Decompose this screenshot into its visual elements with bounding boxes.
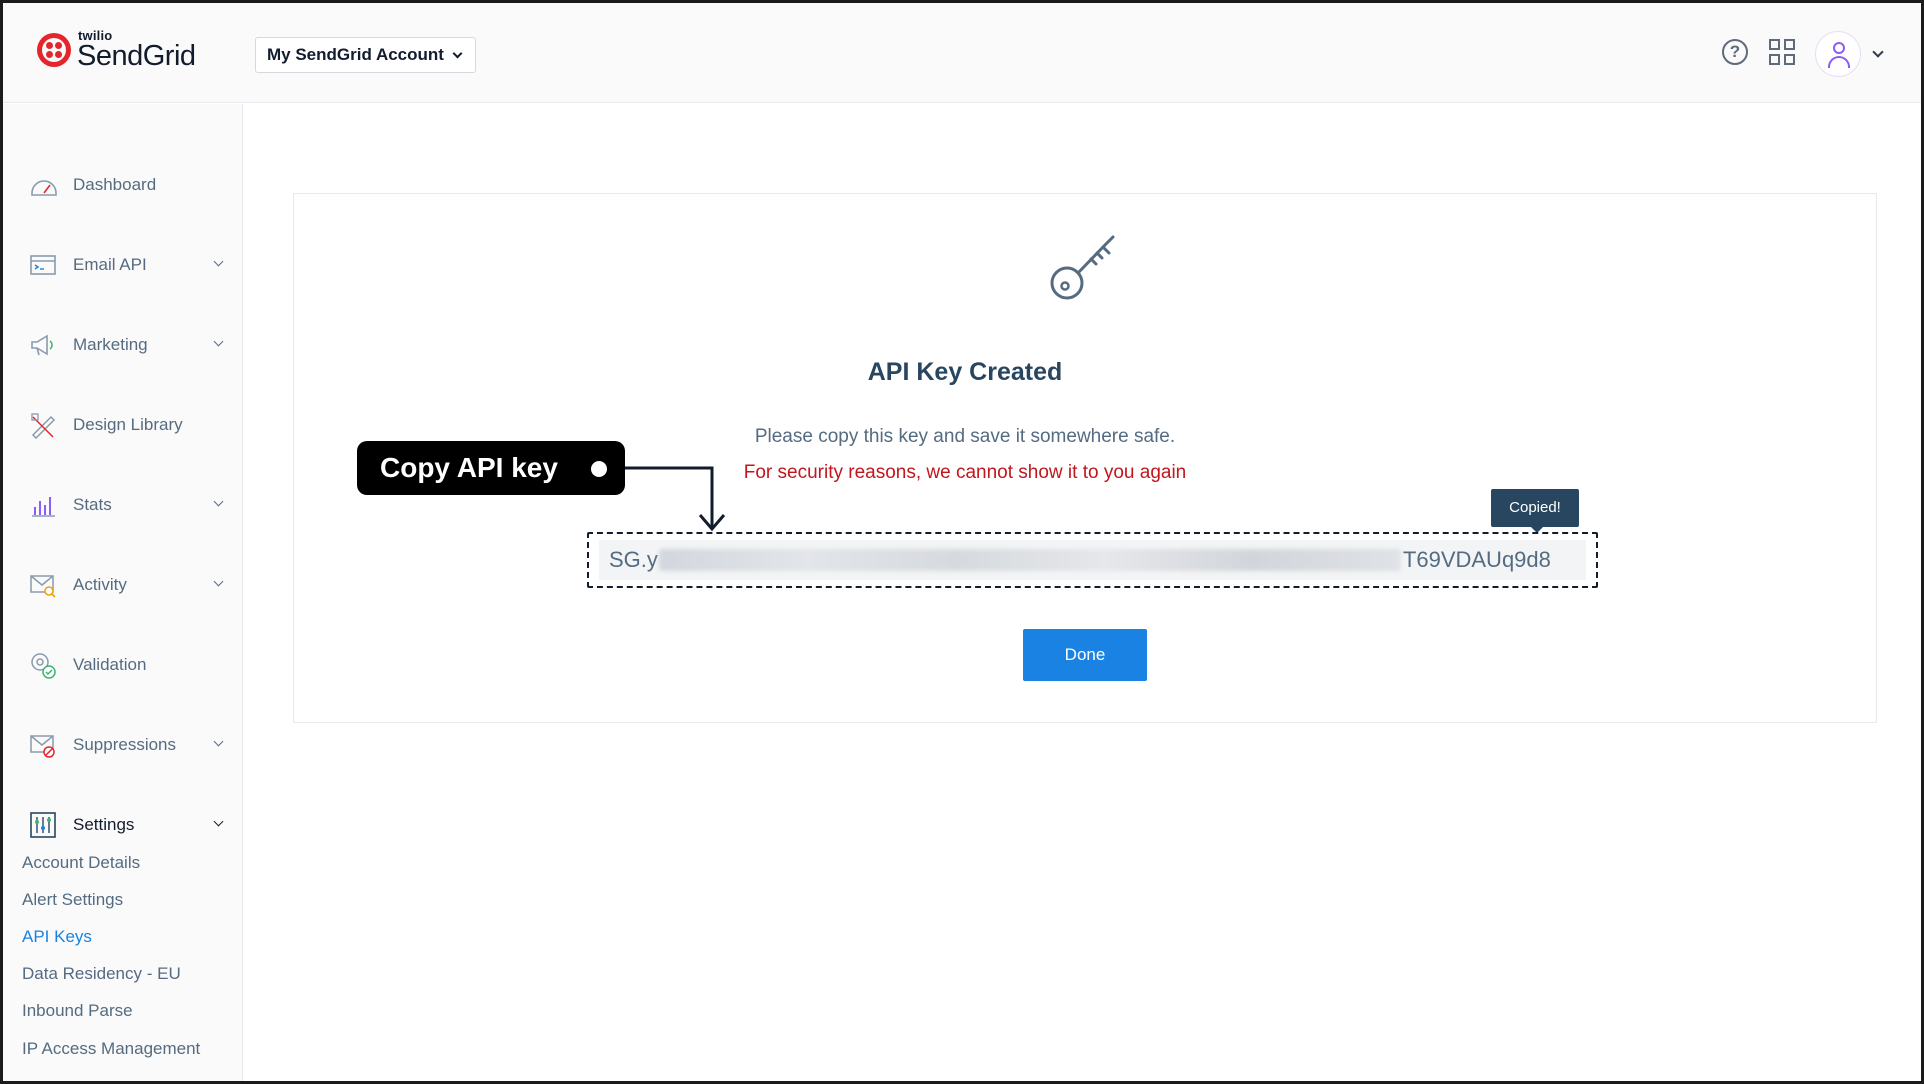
megaphone-icon — [29, 331, 57, 359]
chevron-down-icon — [213, 496, 224, 507]
top-header: twilio SendGrid My SendGrid Account ? — [3, 3, 1921, 103]
sidebar-item-activity[interactable]: Activity — [29, 565, 234, 605]
sliders-icon — [29, 811, 57, 839]
at-sign-check-icon — [29, 651, 57, 679]
bar-chart-icon — [29, 491, 57, 519]
chevron-down-icon — [213, 256, 224, 267]
envelope-search-icon — [29, 571, 57, 599]
app-grid-icon[interactable] — [1769, 39, 1795, 65]
sidebar-item-label: Suppressions — [73, 735, 177, 754]
sidebar-subitem-api-keys[interactable]: API Keys — [22, 927, 92, 947]
sidebar-item-validation[interactable]: Validation — [29, 645, 234, 685]
terminal-window-icon — [29, 251, 57, 279]
sidebar-item-label: Validation — [73, 655, 147, 674]
sidebar-item-stats[interactable]: Stats — [29, 485, 234, 525]
instruction-text: Please copy this key and save it somewhe… — [754, 426, 1176, 447]
page-title: API Key Created — [867, 358, 1063, 386]
chevron-down-icon[interactable] — [1872, 46, 1884, 58]
security-warning: For security reasons, we cannot show it … — [743, 462, 1187, 483]
dashboard-gauge-icon — [29, 171, 57, 199]
sidebar-item-label: Settings — [73, 815, 135, 834]
api-key-field[interactable]: SG.y T69VDAUq9d8 — [599, 540, 1586, 580]
twilio-logo-icon — [37, 33, 71, 67]
sidebar-subitem-inbound-parse[interactable]: Inbound Parse — [22, 1001, 133, 1021]
sidebar-item-label: Email API — [73, 255, 147, 274]
user-avatar[interactable] — [1815, 31, 1861, 77]
api-key-prefix: SG.y — [609, 547, 658, 572]
account-dropdown-label: My SendGrid Account — [267, 45, 444, 64]
sendgrid-logo[interactable]: twilio SendGrid — [37, 29, 196, 71]
chevron-down-icon — [213, 576, 224, 587]
sidebar-subitem-ip-access-management[interactable]: IP Access Management — [22, 1039, 200, 1059]
logo-sendgrid-text: SendGrid — [77, 40, 196, 72]
copy-api-key-callout: Copy API key — [357, 441, 625, 495]
sidebar-subitem-account-details[interactable]: Account Details — [22, 853, 140, 873]
chevron-down-icon — [213, 816, 224, 827]
done-button[interactable]: Done — [1023, 629, 1147, 681]
callout-bullet — [591, 461, 607, 477]
sidebar-subitem-data-residency-eu[interactable]: Data Residency - EU — [22, 964, 181, 984]
sidebar-item-email-api[interactable]: Email API — [29, 245, 234, 285]
help-icon[interactable]: ? — [1722, 39, 1748, 65]
api-key-highlight: SG.y T69VDAUq9d8 — [587, 532, 1598, 588]
user-icon — [1833, 42, 1845, 54]
sidebar-item-suppressions[interactable]: Suppressions — [29, 725, 234, 765]
sidebar-item-label: Marketing — [73, 335, 148, 354]
sidebar-item-settings[interactable]: Settings — [29, 805, 234, 845]
chevron-down-icon — [452, 48, 463, 58]
key-icon — [1047, 233, 1119, 305]
sidebar-item-label: Dashboard — [73, 175, 157, 194]
account-dropdown[interactable]: My SendGrid Account — [255, 37, 476, 73]
chevron-down-icon — [213, 336, 224, 347]
app-window: twilio SendGrid My SendGrid Account ? Da… — [0, 0, 1924, 1084]
sidebar-subitem-alert-settings[interactable]: Alert Settings — [22, 890, 123, 910]
sidebar: Dashboard Email API Marketing Design Lib… — [3, 104, 243, 1081]
copied-tooltip: Copied! — [1491, 489, 1579, 533]
sidebar-item-label: Stats — [73, 495, 112, 514]
chevron-down-icon — [213, 736, 224, 747]
api-key-suffix: T69VDAUq9d8 — [1402, 547, 1551, 572]
sidebar-item-dashboard[interactable]: Dashboard — [29, 165, 234, 205]
callout-label: Copy API key — [380, 452, 558, 483]
sidebar-item-label: Activity — [73, 575, 127, 594]
envelope-block-icon — [29, 731, 57, 759]
api-key-redacted — [658, 549, 1401, 571]
